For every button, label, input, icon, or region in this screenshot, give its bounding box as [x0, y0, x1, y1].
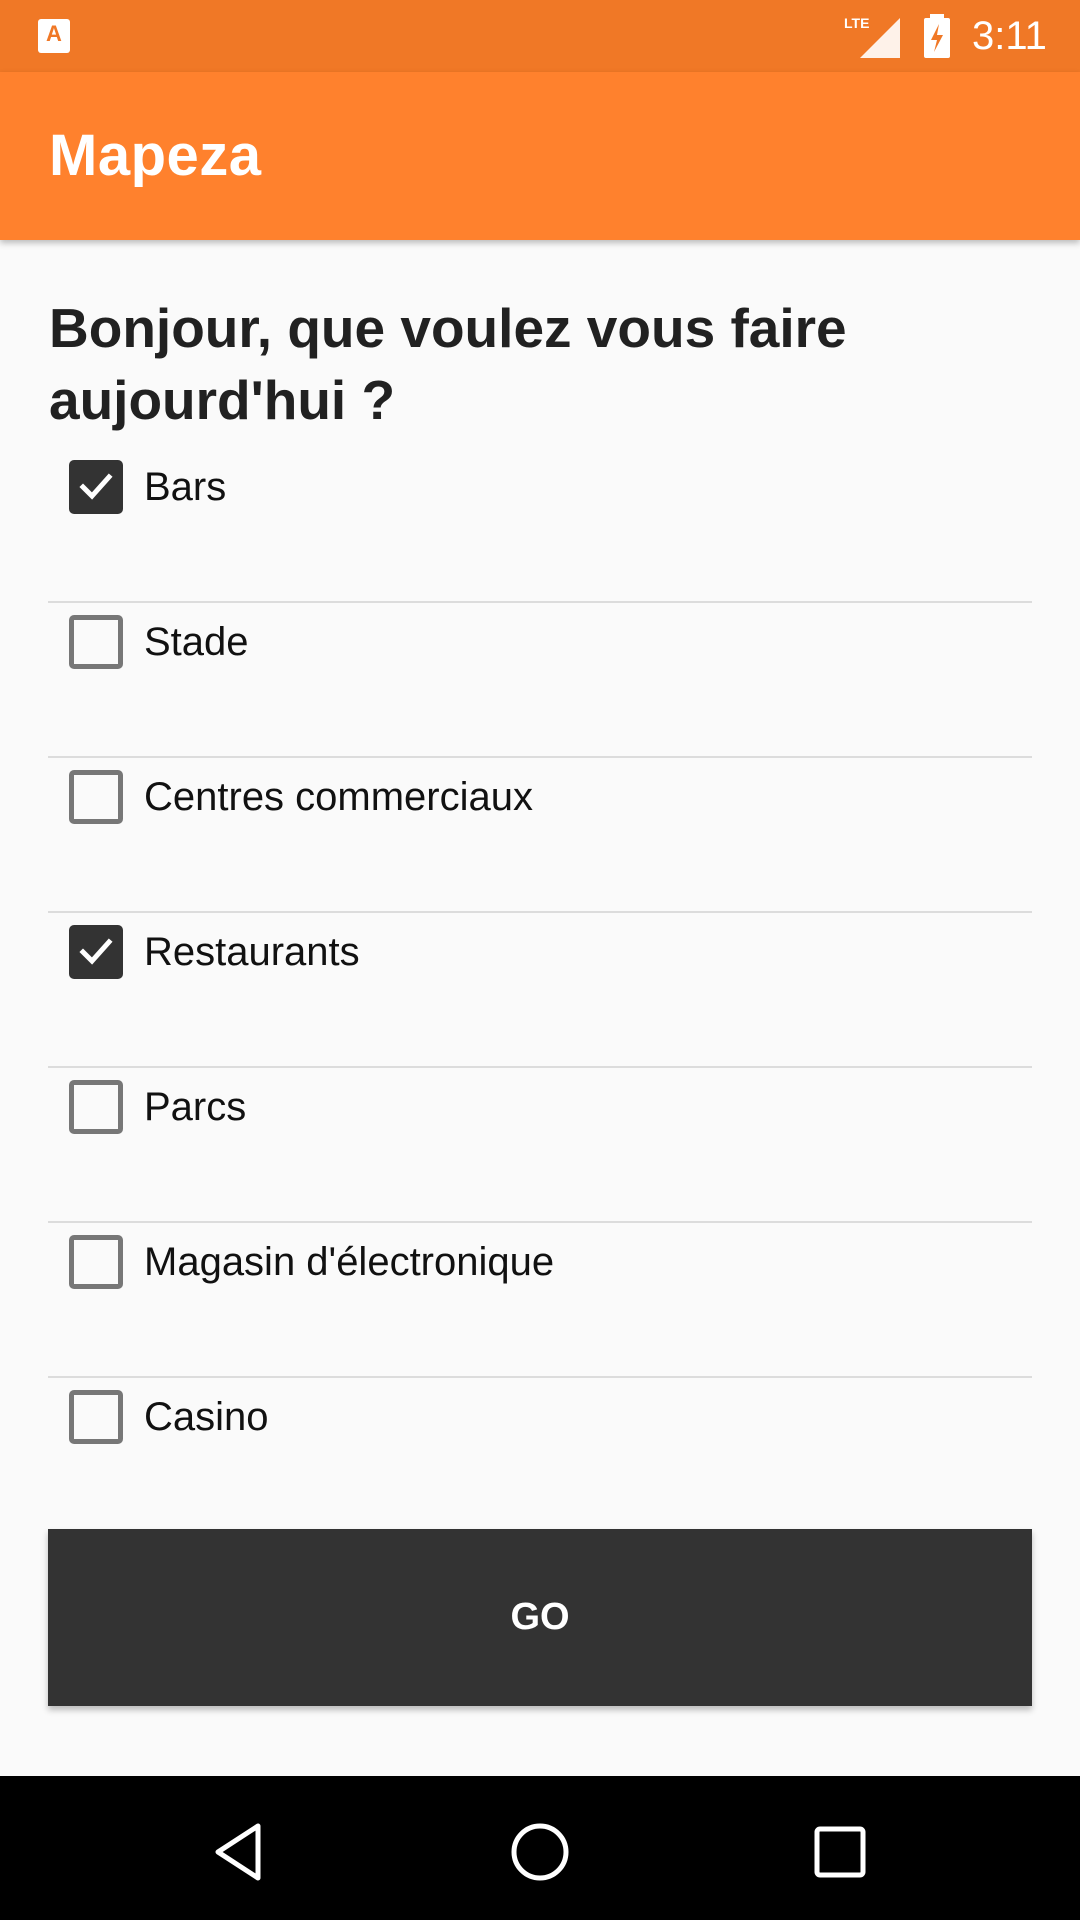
option-row[interactable]: Parcs [48, 1068, 1032, 1223]
option-label: Bars [144, 465, 227, 509]
check-icon [79, 938, 113, 965]
check-icon [79, 473, 113, 500]
app-store-icon: A [38, 19, 70, 53]
app-title: Mapeza [49, 123, 262, 188]
option-row[interactable]: Bars [48, 448, 1032, 603]
checkbox[interactable] [69, 925, 123, 979]
home-icon[interactable] [508, 1820, 572, 1884]
status-time: 3:11 [972, 14, 1047, 58]
back-icon[interactable] [208, 1820, 272, 1884]
option-row[interactable]: Centres commerciaux [48, 758, 1032, 913]
battery-charging-icon [924, 14, 950, 58]
option-label: Stade [144, 620, 249, 664]
options-list: Bars Stade Centres commerciaux Restaurants P… [48, 448, 1032, 1533]
option-row[interactable]: Magasin d'électronique [48, 1223, 1032, 1378]
option-label: Magasin d'électronique [144, 1240, 555, 1284]
checkbox[interactable] [69, 770, 123, 824]
lte-signal-icon: LTE [844, 15, 900, 58]
option-row[interactable]: Casino [48, 1378, 1032, 1533]
svg-text:LTE: LTE [844, 15, 869, 31]
checkbox[interactable] [69, 1235, 123, 1289]
option-row[interactable]: Stade [48, 603, 1032, 758]
checkbox[interactable] [69, 615, 123, 669]
option-label: Casino [144, 1395, 269, 1439]
navigation-bar [0, 1776, 1080, 1920]
recent-apps-icon[interactable] [808, 1820, 872, 1884]
option-label: Centres commerciaux [144, 775, 534, 819]
checkbox[interactable] [69, 1080, 123, 1134]
status-bar: A LTE 3:11 [0, 0, 1080, 72]
go-button[interactable]: GO [48, 1529, 1032, 1706]
option-label: Restaurants [144, 930, 360, 974]
page-heading: Bonjour, que voulez vous faire aujourd'h… [49, 297, 847, 431]
checkbox[interactable] [69, 1390, 123, 1444]
checkbox[interactable] [69, 460, 123, 514]
app-bar: Mapeza [0, 72, 1080, 240]
option-label: Parcs [144, 1085, 247, 1129]
option-row[interactable]: Restaurants [48, 913, 1032, 1068]
